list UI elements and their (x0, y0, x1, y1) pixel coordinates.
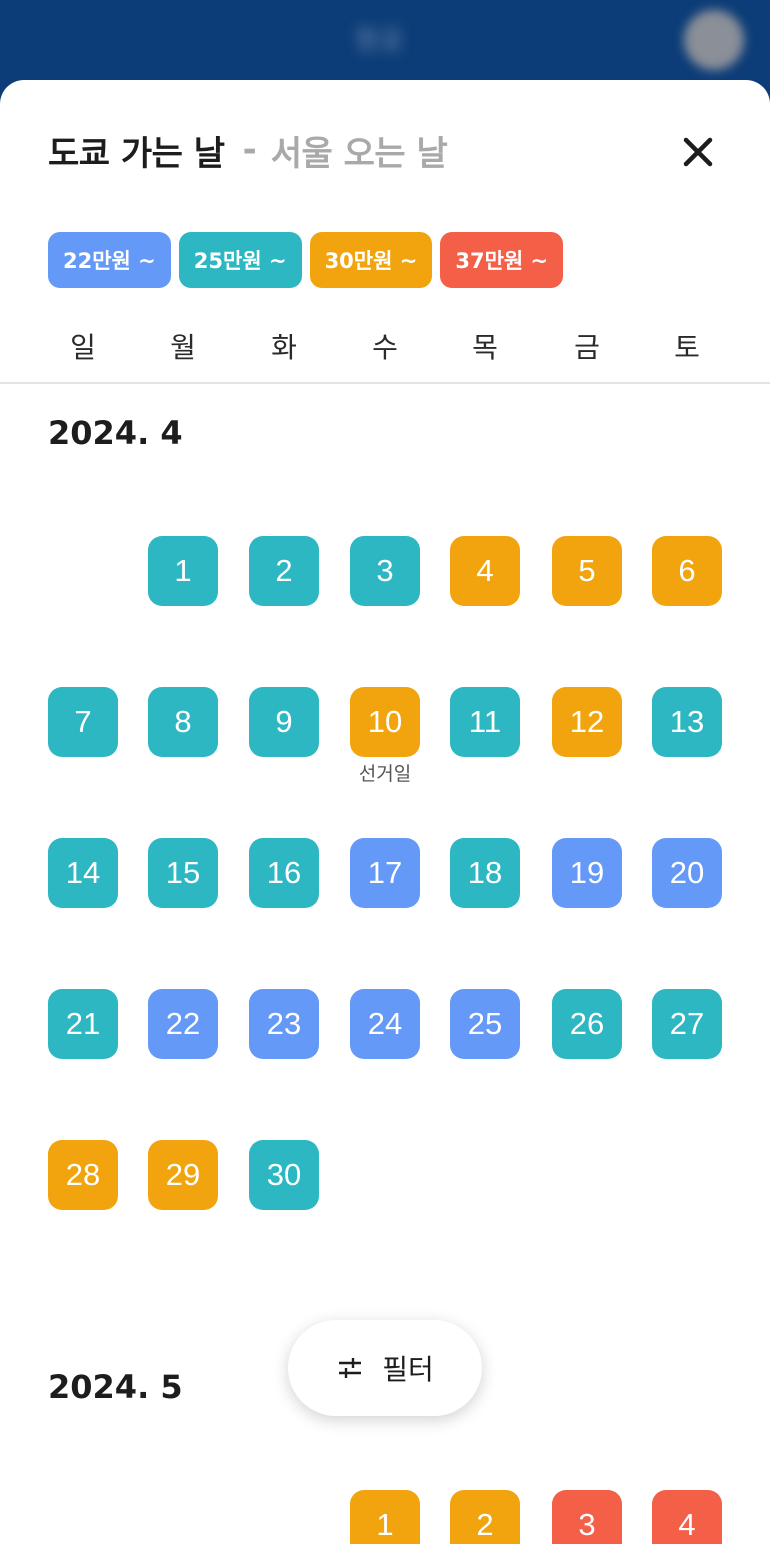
calendar-day[interactable]: 12 (552, 687, 622, 757)
calendar-day[interactable]: 1 (148, 536, 218, 606)
calendar-day[interactable]: 27 (652, 989, 722, 1059)
price-legend: 22만원 ~25만원 ~30만원 ~37만원 ~ (48, 232, 564, 288)
calendar-day[interactable]: 18 (450, 838, 520, 908)
weekday-label: 화 (271, 331, 297, 364)
calendar-day[interactable]: 30 (249, 1140, 319, 1210)
weekday-label: 금 (574, 331, 600, 364)
calendar-day[interactable]: 4 (450, 536, 520, 606)
calendar-day[interactable]: 3 (350, 536, 420, 606)
calendar-day[interactable]: 2 (249, 536, 319, 606)
calendar-day[interactable]: 1 (350, 1490, 420, 1544)
price-chip[interactable]: 30만원 ~ (309, 232, 433, 288)
title-return[interactable]: 서울 오는 날 (271, 126, 448, 175)
title-separator: - (242, 130, 257, 170)
calendar-day[interactable]: 14 (48, 838, 118, 908)
weekday-label: 월 (170, 331, 196, 364)
calendar-day[interactable]: 28 (48, 1140, 118, 1210)
sliders-icon (339, 1358, 362, 1378)
calendar-day[interactable]: 25 (450, 989, 520, 1059)
month-title: 2024. 5 (48, 1368, 183, 1406)
calendar-day[interactable]: 2 (450, 1490, 520, 1544)
calendar-day[interactable]: 20 (652, 838, 722, 908)
close-button[interactable] (676, 130, 720, 174)
calendar-day[interactable]: 4 (652, 1490, 722, 1544)
weekday-label: 일 (70, 331, 96, 364)
calendar-day[interactable]: 5 (552, 536, 622, 606)
weekday-label: 목 (472, 331, 498, 364)
filter-label: 필터 (382, 1353, 434, 1386)
calendar-day[interactable]: 15 (148, 838, 218, 908)
calendar-day[interactable]: 11 (450, 687, 520, 757)
price-chip[interactable]: 22만원 ~ (48, 232, 171, 288)
calendar-day[interactable]: 19 (552, 838, 622, 908)
weekday-header: 일월화수목금토 (0, 320, 770, 384)
close-icon (683, 137, 713, 167)
calendar-day[interactable]: 9 (249, 687, 319, 757)
price-chip[interactable]: 25만원 ~ (178, 232, 302, 288)
calendar-day[interactable]: 7 (48, 687, 118, 757)
weekday-label: 토 (674, 331, 700, 364)
calendar-day[interactable]: 6 (652, 536, 722, 606)
sheet-title: 도쿄 가는 날 - 서울 오는 날 (48, 126, 448, 175)
avatar[interactable] (684, 10, 744, 70)
calendar-day[interactable]: 17 (350, 838, 420, 908)
holiday-label: 선거일 (358, 763, 412, 785)
calendar-day[interactable]: 3 (552, 1490, 622, 1544)
calendar-day[interactable]: 21 (48, 989, 118, 1059)
month-title: 2024. 4 (48, 414, 183, 452)
calendar-day[interactable]: 23 (249, 989, 319, 1059)
calendar-day[interactable]: 13 (652, 687, 722, 757)
calendar-day[interactable]: 10 (350, 687, 420, 757)
calendar-day[interactable]: 22 (148, 989, 218, 1059)
calendar-day[interactable]: 8 (148, 687, 218, 757)
calendar-day[interactable]: 24 (350, 989, 420, 1059)
calendar-day[interactable]: 29 (148, 1140, 218, 1210)
weekday-label: 수 (372, 331, 398, 364)
price-chip[interactable]: 37만원 ~ (440, 232, 564, 288)
app-bar-title: 항공 (355, 26, 403, 56)
filter-button[interactable]: 필터 (288, 1320, 482, 1416)
calendar-day[interactable]: 26 (552, 989, 622, 1059)
calendar-day[interactable]: 16 (249, 838, 319, 908)
title-depart[interactable]: 도쿄 가는 날 (48, 126, 225, 175)
